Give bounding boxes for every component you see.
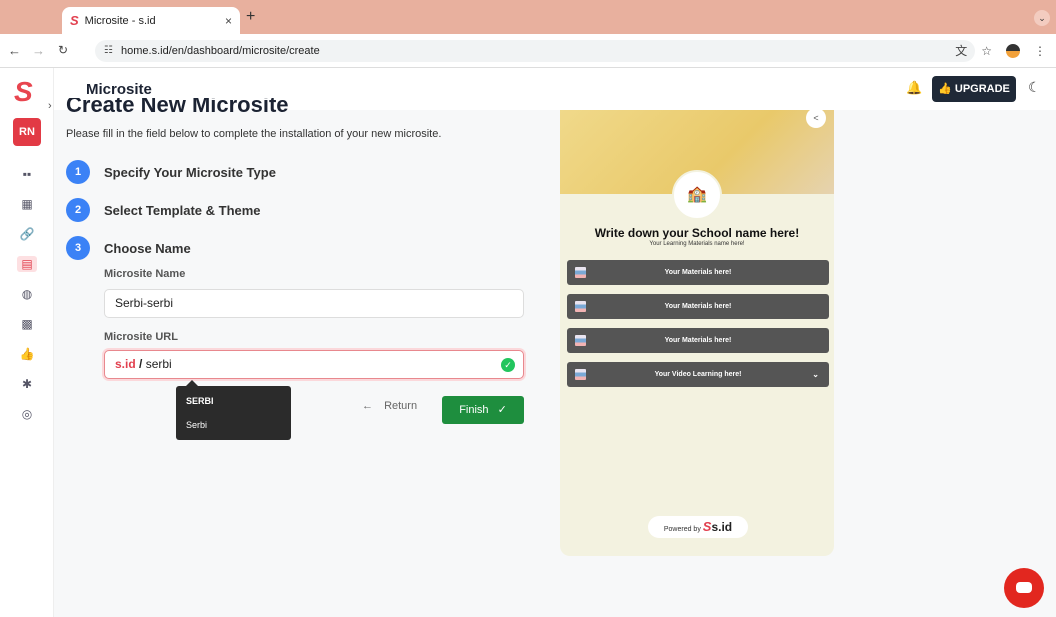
- microsite-url-input[interactable]: s.id / serbi ✓: [104, 350, 524, 379]
- chat-support-button[interactable]: [1004, 568, 1044, 608]
- analytics-icon[interactable]: ▦: [19, 196, 35, 212]
- translate-icon[interactable]: 文: [955, 42, 967, 59]
- upgrade-button[interactable]: 👍 UPGRADE: [932, 76, 1016, 102]
- reload-icon[interactable]: ↻: [58, 43, 68, 57]
- preview-title: Write down your School name here!: [594, 226, 800, 240]
- site-settings-icon[interactable]: ☷: [104, 40, 113, 62]
- step-number: 3: [66, 236, 90, 260]
- valid-check-icon: ✓: [501, 358, 515, 372]
- url-prefix: s.id: [115, 357, 136, 371]
- preview-link-label: Your Materials here!: [664, 337, 732, 344]
- microsite-name-input[interactable]: Serbi-serbi: [104, 289, 524, 318]
- step-label: Specify Your Microsite Type: [104, 164, 276, 180]
- school-logo-icon: 🏫: [672, 170, 722, 220]
- tab-close-icon[interactable]: ×: [225, 14, 232, 28]
- step-2[interactable]: 2 Select Template & Theme: [66, 198, 261, 222]
- sid-favicon-icon: S: [70, 13, 79, 28]
- back-icon[interactable]: ←: [8, 43, 21, 58]
- profile-icon[interactable]: [1006, 43, 1020, 58]
- new-tab-button[interactable]: +: [246, 8, 255, 26]
- step-3[interactable]: 3 Choose Name: [66, 236, 191, 260]
- browser-tab-bar: S Microsite - s.id × + ⌄: [0, 0, 1056, 34]
- microsite-url-label: Microsite URL: [104, 331, 178, 343]
- books-icon: [575, 369, 586, 380]
- globe-icon[interactable]: ◍: [19, 286, 35, 302]
- form-subtitle: Please fill in the field below to comple…: [66, 128, 442, 140]
- forward-icon[interactable]: →: [32, 43, 45, 58]
- url-text: home.s.id/en/dashboard/microsite/create: [121, 45, 320, 57]
- address-bar: ← → ↻ ☷ home.s.id/en/dashboard/microsite…: [0, 34, 1056, 68]
- puzzle-icon[interactable]: ✱: [19, 376, 35, 392]
- return-button[interactable]: ← Return: [362, 400, 417, 412]
- arrow-left-icon: ←: [362, 400, 373, 412]
- step-1[interactable]: 1 Specify Your Microsite Type: [66, 160, 276, 184]
- microsite-name-label: Microsite Name: [104, 268, 186, 280]
- window-menu-icon[interactable]: ⌄: [1034, 10, 1050, 26]
- tab-title: Microsite - s.id: [84, 14, 156, 27]
- microsite-icon[interactable]: ▤: [17, 256, 37, 272]
- dashboard-icon[interactable]: ▪▪: [19, 166, 35, 182]
- thumbs-up-icon: 👍: [938, 83, 952, 95]
- page-title: Microsite: [86, 81, 152, 98]
- preview-link-label: Your Materials here!: [664, 303, 732, 310]
- suggestion-item[interactable]: Serbi: [186, 420, 207, 430]
- avatar[interactable]: RN: [13, 118, 41, 146]
- books-icon: [575, 301, 586, 312]
- url-separator: /: [135, 357, 146, 371]
- sidebar-expand-icon[interactable]: ›: [48, 100, 52, 112]
- url-value: serbi: [145, 357, 172, 371]
- url-field[interactable]: ☷ home.s.id/en/dashboard/microsite/creat…: [95, 40, 975, 62]
- upgrade-thumb-icon[interactable]: 👍: [19, 346, 35, 362]
- browser-menu-icon[interactable]: ⋮: [1034, 44, 1046, 58]
- form-title: Create New Microsite: [66, 98, 289, 114]
- suggestion-item[interactable]: SERBI: [186, 396, 214, 406]
- books-icon: [575, 335, 586, 346]
- bell-icon[interactable]: 🔔: [906, 80, 922, 96]
- microsite-preview: < 🏫 Write down your School name here! Yo…: [560, 110, 834, 556]
- main-content: Create New Microsite Please fill in the …: [54, 98, 1056, 617]
- step-number: 1: [66, 160, 90, 184]
- preview-link-label: Your Video Learning here!: [654, 371, 742, 378]
- sid-logo[interactable]: S: [14, 76, 33, 108]
- app-sidebar: S › RN ▪▪ ▦ 🔗 ▤ ◍ ▩ 👍 ✱ ◎: [0, 68, 54, 617]
- step-number: 2: [66, 198, 90, 222]
- chevron-down-icon[interactable]: ⌄: [812, 362, 819, 387]
- preview-link-item[interactable]: Your Materials here!: [567, 294, 829, 319]
- powered-by-text: Powered by: [663, 526, 701, 533]
- link-icon[interactable]: 🔗: [19, 226, 35, 242]
- step-label: Choose Name: [104, 240, 191, 256]
- finish-label: Finish: [459, 404, 489, 416]
- upgrade-label: UPGRADE: [954, 83, 1010, 95]
- books-icon: [575, 267, 586, 278]
- qr-icon[interactable]: ▩: [19, 316, 35, 332]
- browser-tab[interactable]: S Microsite - s.id ×: [62, 7, 240, 34]
- dropdown-caret: [186, 380, 198, 386]
- finish-button[interactable]: Finish ✓: [442, 396, 524, 424]
- dark-mode-icon[interactable]: ☾: [1028, 79, 1041, 96]
- preview-link-item[interactable]: Your Materials here!: [567, 328, 829, 353]
- powered-by-badge[interactable]: Powered by Ss.id: [648, 516, 748, 538]
- bookmark-star-icon[interactable]: ☆: [981, 44, 992, 58]
- preview-video-item[interactable]: Your Video Learning here! ⌄: [567, 362, 829, 387]
- return-label: Return: [384, 400, 418, 412]
- preview-subtitle: Your Learning Materials name here!: [649, 241, 745, 247]
- step-label: Select Template & Theme: [104, 202, 261, 218]
- check-icon: ✓: [497, 404, 507, 416]
- brand-name: s.id: [711, 520, 733, 534]
- autocomplete-dropdown: SERBI Serbi: [176, 380, 291, 440]
- preview-link-item[interactable]: Your Materials here!: [567, 260, 829, 285]
- support-icon[interactable]: ◎: [19, 406, 35, 422]
- preview-link-label: Your Materials here!: [664, 269, 732, 276]
